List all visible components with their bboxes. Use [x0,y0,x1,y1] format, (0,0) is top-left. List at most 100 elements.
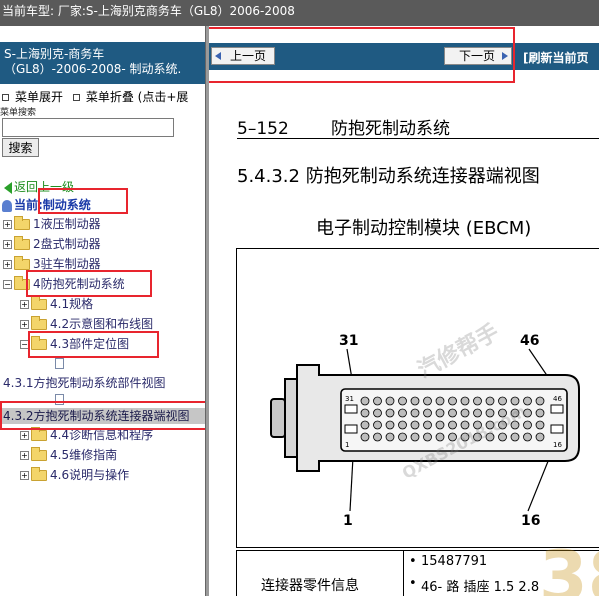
connector-info-table: 连接器零件信息 15487791 46- 路 插座 1.5 2.8 [236,550,599,596]
connector-pin [423,432,432,442]
tree-item-description-operation[interactable]: +4.6说明与操作 [20,466,129,484]
folder-icon [14,236,30,250]
expand-all-link[interactable]: 菜单展开 [15,90,63,104]
tree-item-component-views[interactable]: 4.3.1方抱死制动系统部件视图 [3,374,166,391]
connector-info-label: 连接器零件信息 [261,578,359,594]
connector-pin [398,420,407,430]
doc-section-title: 防抱死制动系统 [331,119,450,139]
connector-pin [510,432,520,442]
tree-item-schematics[interactable]: +4.2示意图和布线图 [20,315,153,333]
expand-plus-icon[interactable]: + [20,431,29,440]
svg-text:46: 46 [553,395,562,403]
connector-pin [485,420,495,430]
svg-text:1: 1 [345,441,349,449]
back-link[interactable]: 返回上一级 [4,178,74,195]
expand-plus-icon[interactable]: + [20,471,29,480]
connector-pin [435,408,445,418]
expand-plus-icon[interactable]: + [3,240,12,249]
window-title: 当前车型: 厂家:S-上海别克商务车（GL8）2006-2008 [0,0,599,26]
connector-pin [385,420,395,430]
connector-pin [423,420,432,430]
tree-item-component-locator[interactable]: −4.3部件定位图 [20,335,129,353]
connector-pin [473,432,482,442]
connector-pin [360,396,370,406]
connector-pin [360,420,370,430]
connector-pin [373,408,382,418]
folder-open-icon [31,336,47,350]
connector-pin [473,420,482,430]
connector-pin [448,420,457,430]
expand-plus-icon[interactable]: + [3,260,12,269]
location-icon [2,199,12,212]
connector-pin [360,432,370,442]
expand-collapse-row: 菜单展开 菜单折叠 (点击+展 [0,88,207,104]
tree-item-repair-instructions[interactable]: +4.5维修指南 [20,446,117,464]
tree-item-abs[interactable]: −4防抱死制动系统 [3,275,125,293]
doc-heading: 5.4.3.2 防抱死制动系统连接器端视图 [237,166,540,187]
connector-pin [523,396,532,406]
connector-pin [460,408,470,418]
collapse-minus-icon[interactable]: − [20,340,29,349]
connector-pin [385,432,395,442]
connector-pin [423,408,432,418]
expand-plus-icon[interactable]: + [3,220,12,229]
expand-plus-icon[interactable]: + [20,320,29,329]
folder-icon [14,216,30,230]
tree-item-connector-end-views[interactable]: 4.3.2方抱死制动系统连接器端视图 [0,408,207,424]
search-button[interactable]: 搜索 [2,138,39,157]
folder-icon [31,296,47,310]
connector-pin [535,432,545,442]
connector-pin [473,408,482,418]
collapse-minus-icon[interactable]: − [3,280,12,289]
doc-section-header: 5–152 防抱死制动系统 [237,114,450,139]
connector-pin [510,408,520,418]
search-label: 菜单搜索 [0,108,37,118]
expand-icon [2,93,9,101]
expand-plus-icon[interactable]: + [20,300,29,309]
sidebar-header-line1: S-上海别克-商务车 [4,47,105,61]
folder-icon [31,467,47,481]
refresh-link[interactable]: [刷新当前页 [523,49,589,66]
collapse-all-link[interactable]: 菜单折叠 (点击+展 [86,90,189,104]
sidebar: S-上海别克-商务车 （GL8）-2006-2008- 制动系统. 菜单展开 菜… [0,26,207,596]
connector-pin [535,408,545,418]
back-arrow-icon [4,181,12,194]
connector-pin [523,408,532,418]
sidebar-header-line2: （GL8）-2006-2008- 制动系统. [4,62,182,76]
doc-page-number: 5–152 [237,119,289,139]
connector-pin [410,396,420,406]
pin-label-1: 1 [343,513,353,529]
next-page-button[interactable]: 下一页 [444,47,512,65]
search-input[interactable] [2,118,174,137]
document-icon [55,394,64,405]
collapse-icon [72,93,80,101]
svg-text:16: 16 [553,441,562,449]
connector-pin [398,396,407,406]
expand-plus-icon[interactable]: + [20,451,29,460]
folder-open-icon [14,276,30,290]
connector-pin [523,432,532,442]
back-link-label: 返回上一级 [14,180,75,194]
tree-item-specifications[interactable]: +4.1规格 [20,295,93,313]
connector-part-number: 15487791 [409,554,487,569]
doc-divider [237,138,599,139]
folder-icon [31,316,47,330]
document-icon [55,358,64,369]
connector-pin [523,420,532,430]
pin-label-16: 16 [521,513,540,529]
connector-pin [485,432,495,442]
connector-pin [410,432,420,442]
connector-pin [435,420,445,430]
connector-pin [498,408,507,418]
connector-figure: 31 46 1 16 31 46 1 16 [236,248,599,548]
connector-pin [360,408,370,418]
tree-item-hydraulic-brakes[interactable]: +1液压制动器 [3,215,101,233]
connector-pin [398,432,407,442]
tree-item-diagnostics[interactable]: +4.4诊断信息和程序 [20,426,153,444]
prev-page-button[interactable]: 上一页 [211,47,275,65]
folder-icon [14,256,30,270]
connector-pin [410,408,420,418]
connector-pin [510,420,520,430]
tree-item-disc-brakes[interactable]: +2盘式制动器 [3,235,101,253]
tree-item-parking-brake[interactable]: +3驻车制动器 [3,255,101,273]
